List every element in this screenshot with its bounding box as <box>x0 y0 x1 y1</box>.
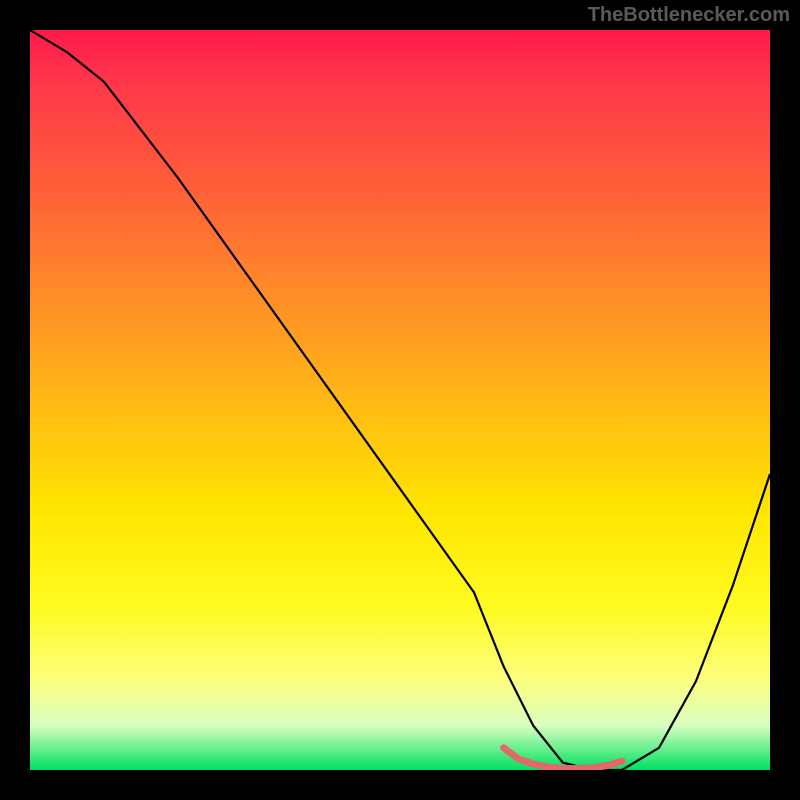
watermark-text: TheBottlenecker.com <box>588 4 790 27</box>
bottleneck-curve-path <box>30 30 770 770</box>
chart-container <box>30 30 770 770</box>
chart-svg <box>30 30 770 770</box>
optimal-range-path <box>504 748 622 769</box>
